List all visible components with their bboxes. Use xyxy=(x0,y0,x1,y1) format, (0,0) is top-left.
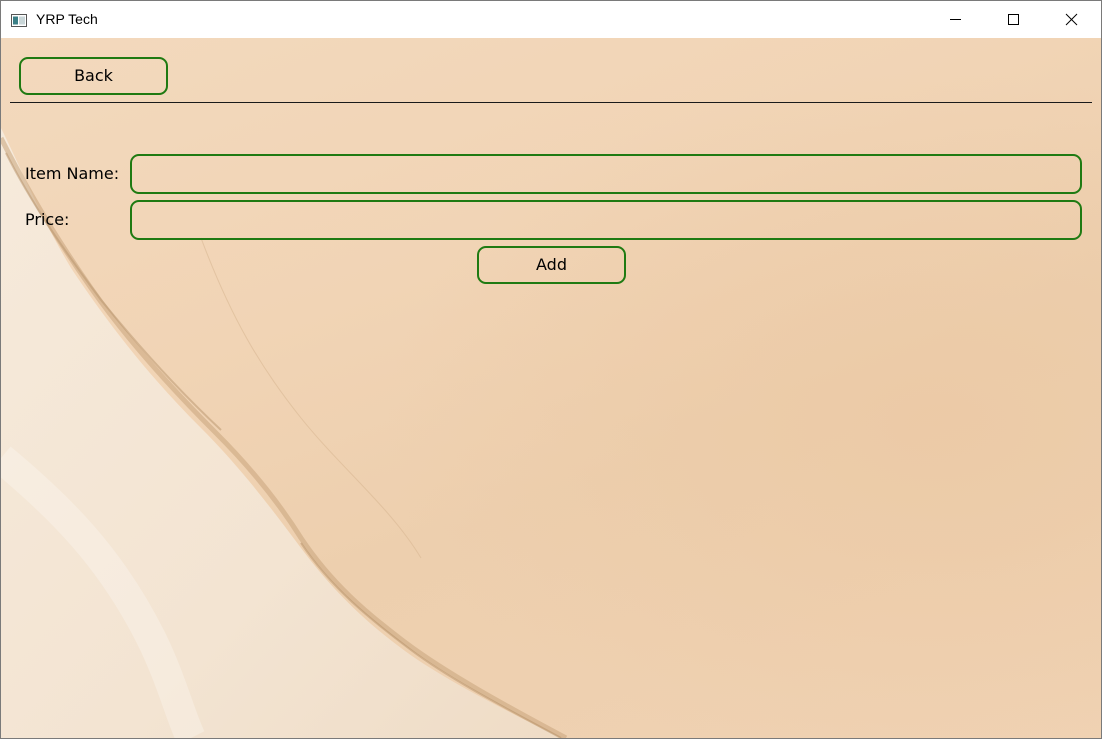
app-icon xyxy=(11,12,27,27)
title-bar[interactable]: YRP Tech xyxy=(1,1,1101,38)
item-name-label: Item Name: xyxy=(25,164,120,183)
item-name-input[interactable] xyxy=(130,154,1082,194)
close-icon xyxy=(1065,13,1078,26)
window-title: YRP Tech xyxy=(36,11,98,27)
header-divider xyxy=(10,102,1092,103)
add-button[interactable]: Add xyxy=(477,246,626,284)
main-panel: Back Item Name: Price: Add xyxy=(1,38,1101,738)
back-button[interactable]: Back xyxy=(19,57,168,95)
close-button[interactable] xyxy=(1042,1,1100,38)
minimize-button[interactable] xyxy=(926,1,984,38)
price-label: Price: xyxy=(25,210,70,229)
maximize-button[interactable] xyxy=(984,1,1042,38)
maximize-icon xyxy=(1008,14,1019,25)
price-input[interactable] xyxy=(130,200,1082,240)
app-window: YRP Tech Back Item Name: Price: Add xyxy=(0,0,1102,739)
minimize-icon xyxy=(950,19,961,20)
sand-background-image xyxy=(1,38,1101,738)
